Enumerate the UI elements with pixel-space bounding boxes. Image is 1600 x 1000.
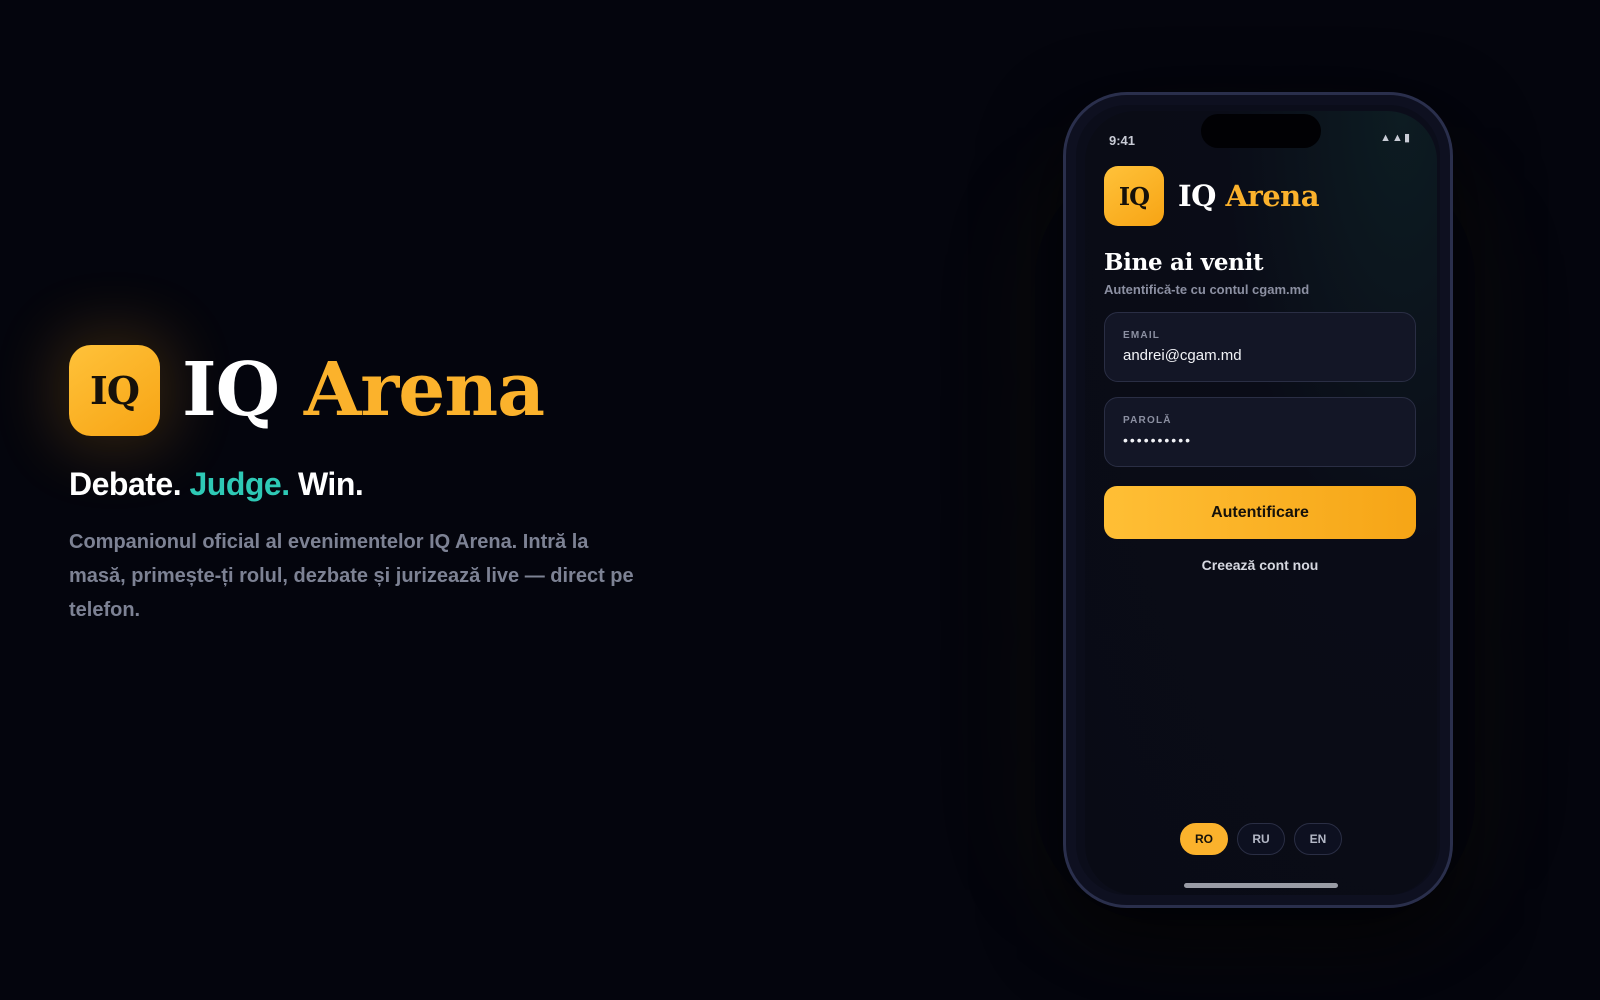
hero-title: IQ Arena <box>182 353 545 427</box>
password-label: PAROLĂ <box>1123 415 1172 426</box>
signal-battery-icon: ▲▲▮ <box>1380 132 1411 144</box>
language-switcher: RO RU EN <box>1085 823 1437 855</box>
hero-logo-icon: IQ <box>69 344 160 436</box>
email-label: EMAIL <box>1123 330 1161 341</box>
app-brand: IQ IQ Arena <box>1104 166 1320 226</box>
app-name: IQ Arena <box>1178 179 1320 213</box>
lang-ru-button[interactable]: RU <box>1237 823 1285 855</box>
hero-section: IQ IQ Arena Debate. Judge. Win. Companio… <box>69 344 669 627</box>
create-account-link[interactable]: Creează cont nou <box>1104 557 1416 573</box>
tagline-judge: Judge. <box>189 466 290 502</box>
hero-brand: IQ IQ Arena <box>69 344 669 436</box>
welcome-title: Bine ai venit <box>1104 249 1264 276</box>
password-field[interactable]: PAROLĂ <box>1104 397 1416 467</box>
hero-title-part2: Arena <box>303 347 545 433</box>
email-field[interactable]: EMAIL <box>1104 312 1416 382</box>
phone-mockup: 9:41 ▲▲▮ IQ IQ Arena Bine ai venit Auten… <box>1063 92 1453 908</box>
hero-logo-text: IQ <box>90 367 140 413</box>
hero-title-part1: IQ <box>182 347 280 433</box>
lang-en-button[interactable]: EN <box>1294 823 1342 855</box>
app-logo-icon: IQ <box>1104 166 1164 226</box>
status-time: 9:41 <box>1109 133 1136 148</box>
password-input[interactable] <box>1123 432 1397 448</box>
tagline-win: Win. <box>298 466 364 502</box>
tagline: Debate. Judge. Win. <box>69 466 669 503</box>
landing-page: IQ IQ Arena Debate. Judge. Win. Companio… <box>0 0 1600 1000</box>
email-input[interactable] <box>1123 347 1397 364</box>
welcome-subtitle: Autentifică-te cu contul cgam.md <box>1104 282 1310 297</box>
tagline-debate: Debate. <box>69 466 182 502</box>
app-name-part1: IQ <box>1178 179 1216 213</box>
dynamic-island <box>1201 114 1321 148</box>
login-button[interactable]: Autentificare <box>1104 486 1416 539</box>
app-name-part2: Arena <box>1225 179 1320 213</box>
hero-description: Companionul oficial al evenimentelor IQ … <box>69 531 634 621</box>
phone-screen: 9:41 ▲▲▮ IQ IQ Arena Bine ai venit Auten… <box>1085 111 1437 895</box>
lang-ro-button[interactable]: RO <box>1180 823 1228 855</box>
home-indicator[interactable] <box>1184 883 1338 888</box>
app-logo-text: IQ <box>1118 181 1150 211</box>
